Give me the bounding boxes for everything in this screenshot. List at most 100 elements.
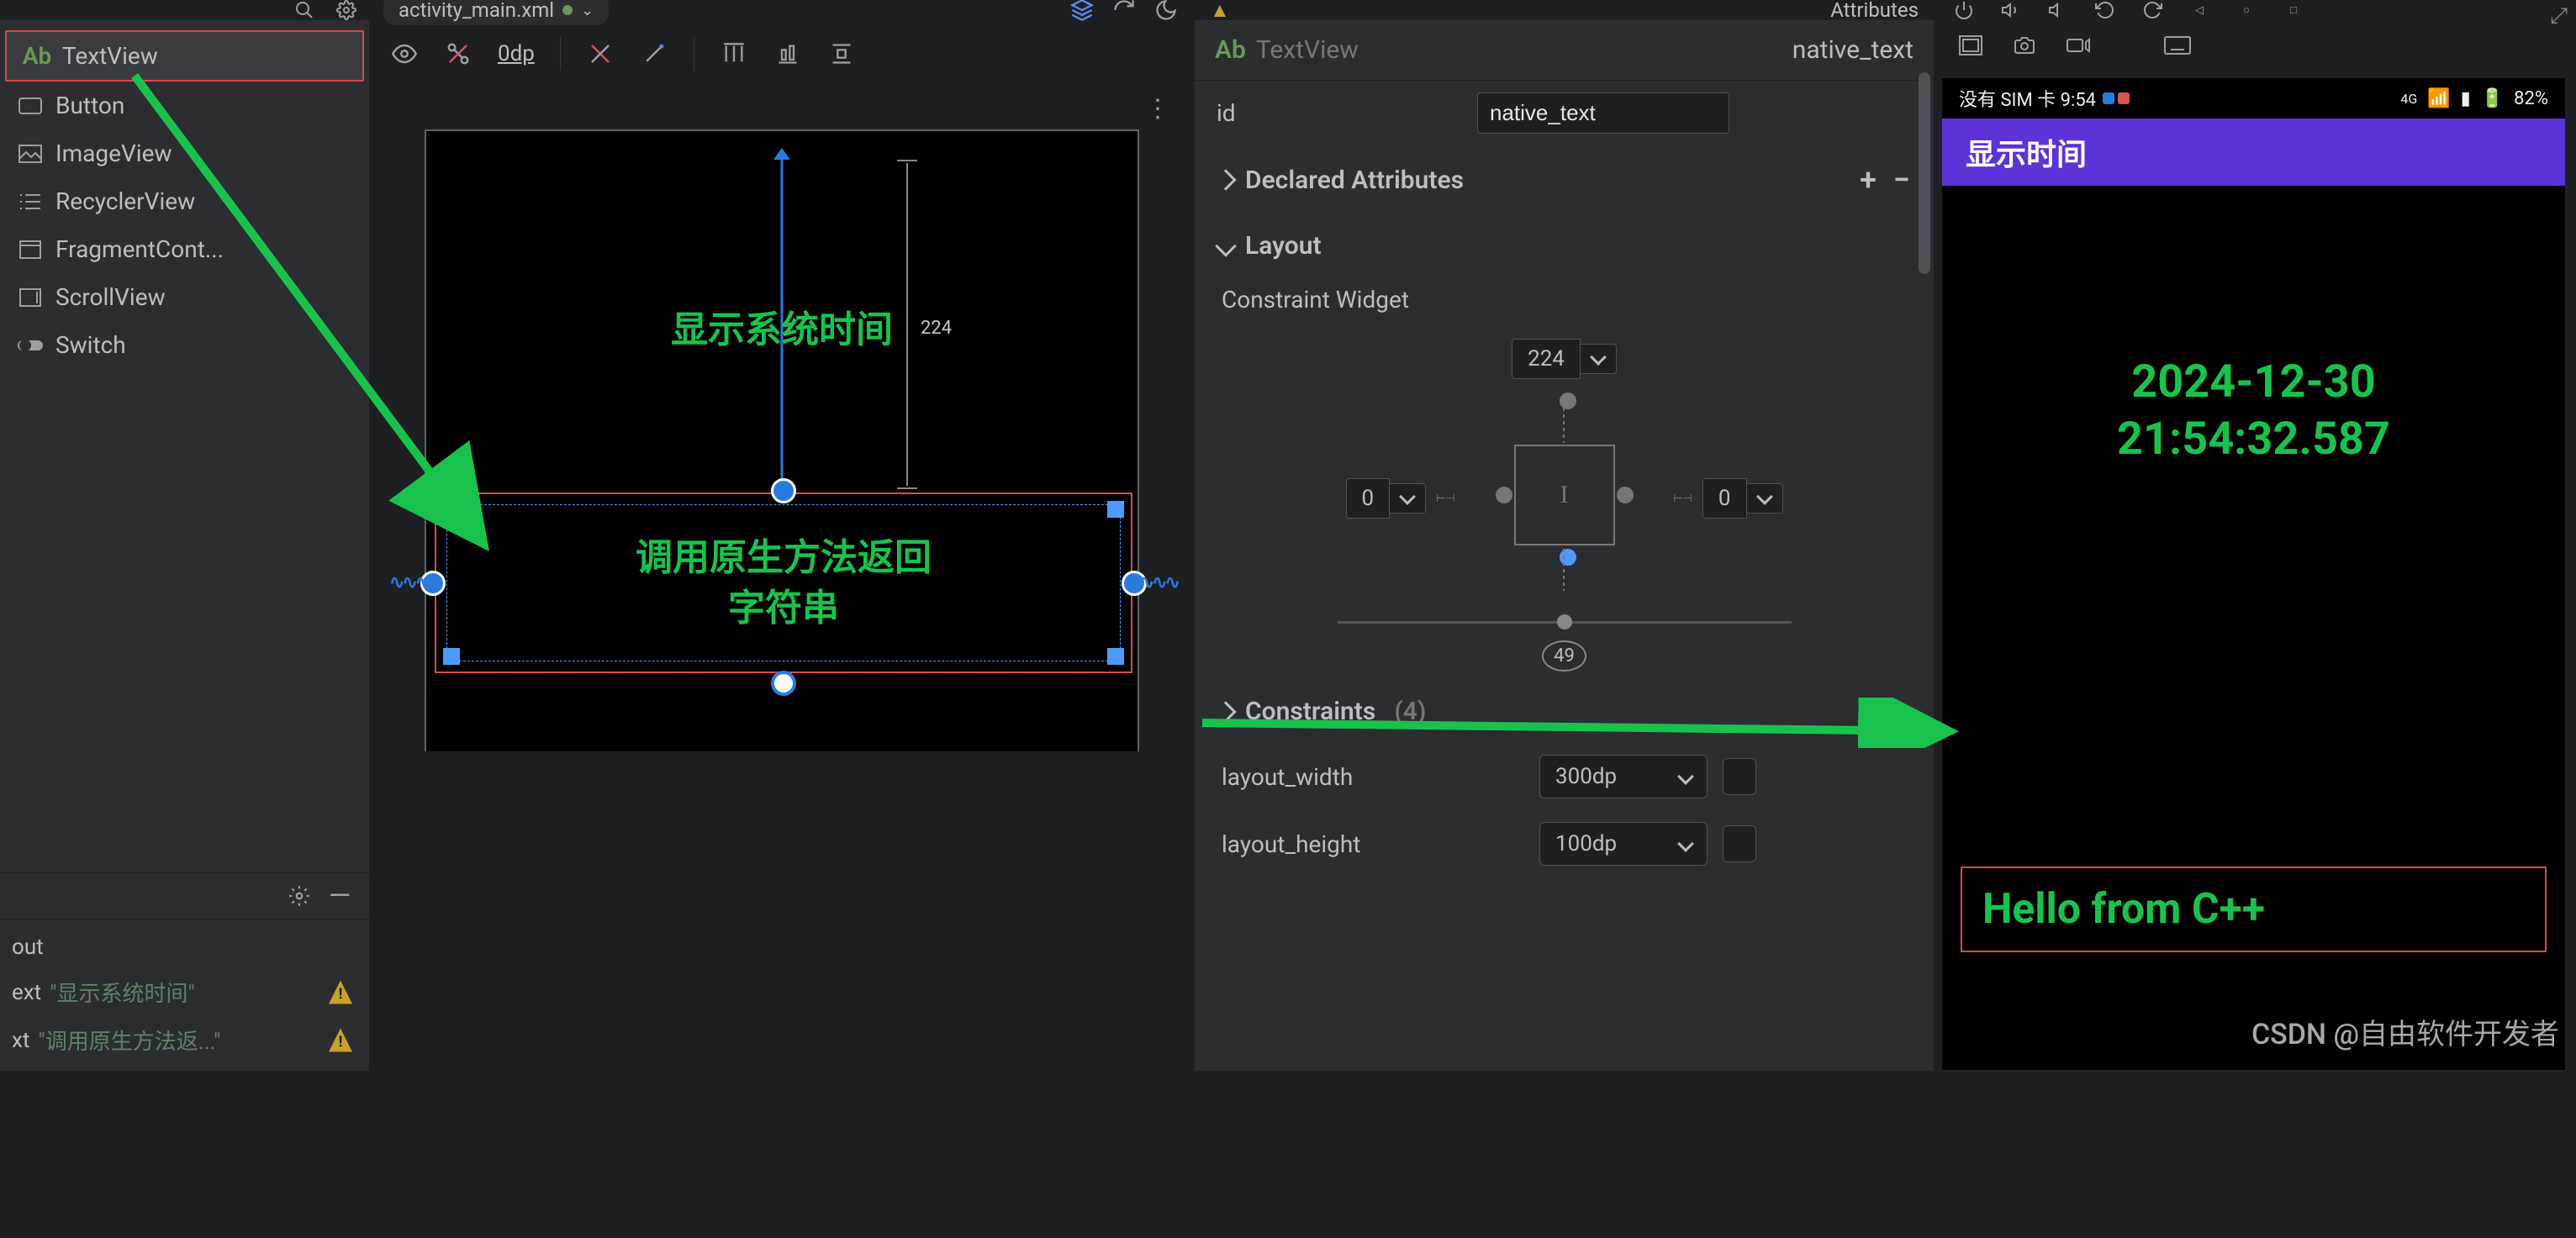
tree-row-label: ext [12, 980, 41, 1005]
resize-handle[interactable] [1107, 648, 1124, 665]
device-native-output: Hello from C++ [1961, 867, 2547, 952]
autoconnect-icon[interactable] [444, 40, 472, 68]
screenshot-icon[interactable] [2010, 31, 2039, 60]
resize-handle[interactable] [443, 648, 460, 665]
warning-icon[interactable] [329, 981, 352, 1004]
cw-left-dropdown[interactable] [1390, 483, 1426, 514]
default-margin[interactable]: 0dp [498, 41, 535, 66]
resize-handle[interactable] [443, 501, 460, 518]
switch-icon [17, 332, 44, 359]
component-tree: out ext "显示系统时间" xt "调用原生方法返..." [0, 919, 369, 1071]
device-body: 2024-12-30 21:54:32.587 Hello from C++ [1942, 354, 2565, 1238]
record-icon[interactable] [2064, 31, 2093, 60]
wifi-icon: 📶 [2427, 88, 2450, 109]
attr-id-input[interactable] [1477, 92, 1729, 134]
clock-line2: 21:54:32.587 [1942, 411, 2565, 468]
layout-width-select[interactable]: 300dp [1539, 755, 1708, 798]
remove-attribute-button[interactable]: − [1893, 162, 1910, 198]
gear-icon[interactable] [287, 883, 312, 909]
cw-top-dropdown[interactable] [1581, 344, 1617, 374]
section-label: Constraints [1245, 697, 1375, 726]
pack-icon[interactable] [827, 40, 856, 68]
margin-ruler: 224 [897, 156, 917, 493]
status-dot-icon [2103, 92, 2114, 104]
dimension-extra-button[interactable] [1723, 825, 1756, 862]
warning-triangle-icon[interactable]: ▲ [1210, 0, 1230, 23]
constraint-box: I [1514, 445, 1615, 545]
selected-textview[interactable]: ∿∿∿ ∿∿∿ 调用原生方法返回 字符串 [435, 493, 1132, 673]
settings-icon[interactable] [334, 0, 359, 23]
palette-item-imageview[interactable]: ImageView [0, 129, 369, 177]
layout-height-value: 100dp [1555, 831, 1617, 856]
design-canvas[interactable]: ⋮ 224 显示系统时间 [370, 87, 1194, 1071]
component-type: TextView [1256, 35, 1359, 65]
watermark: CSDN @自由软件开发者 [2251, 1011, 2559, 1052]
palette-item-fragment[interactable]: FragmentCont... [0, 225, 369, 273]
modified-indicator-icon [562, 5, 573, 15]
scrollbar[interactable] [1919, 72, 1930, 1062]
resize-handle[interactable] [1107, 501, 1124, 518]
search-icon[interactable] [292, 0, 317, 23]
chevron-down-icon [1677, 835, 1694, 852]
file-tab-label: activity_main.xml [399, 0, 554, 22]
constraint-diagram[interactable]: I 0 ⊢⊣ ⊢⊣ 0 [1346, 394, 1783, 596]
layout-height-select[interactable]: 100dp [1539, 822, 1708, 866]
constraint-node[interactable] [1496, 487, 1512, 503]
palette-item-textview[interactable]: Ab TextView [5, 30, 364, 82]
separator [560, 37, 561, 71]
palette-item-switch[interactable]: Switch [0, 321, 369, 369]
chevron-down-icon [1399, 488, 1416, 505]
expand-icon[interactable]: ⤢ [2550, 3, 2568, 29]
chevron-down-icon [1215, 235, 1236, 256]
scrollbar-thumb[interactable] [1919, 72, 1930, 274]
guideline-icon[interactable] [720, 40, 748, 68]
warning-icon[interactable] [329, 1029, 352, 1052]
constraint-arrow-icon [773, 148, 790, 160]
eye-icon[interactable] [390, 40, 419, 68]
constraint-node-active[interactable] [1560, 549, 1576, 566]
file-tab-bar: activity_main.xml ⌄ [370, 0, 1194, 20]
horizontal-bias-slider[interactable] [1338, 621, 1792, 624]
add-attribute-button[interactable]: + [1860, 162, 1877, 198]
chevron-down-icon [1677, 768, 1694, 785]
declared-attributes-section[interactable]: Declared Attributes + − [1203, 145, 1925, 214]
canvas-time-textview[interactable]: 显示系统时间 [671, 299, 893, 353]
keyboard-icon[interactable] [2163, 31, 2192, 60]
dimension-extra-button[interactable] [1723, 758, 1756, 795]
cw-left-value[interactable]: 0 [1346, 478, 1391, 519]
cw-right-value[interactable]: 0 [1702, 478, 1747, 519]
tree-row[interactable]: xt "调用原生方法返..." [7, 1016, 369, 1064]
clear-constraints-icon[interactable] [586, 40, 615, 68]
cw-top-value[interactable]: 224 [1512, 339, 1581, 379]
layout-section[interactable]: Layout [1203, 214, 1925, 277]
palette-list: Ab TextView Button ImageView RecyclerVie… [0, 20, 369, 379]
constraint-anchor-bottom[interactable] [771, 671, 796, 696]
more-icon[interactable]: ⋮ [1145, 94, 1170, 124]
constraint-anchor-top[interactable] [771, 478, 796, 503]
window-icon[interactable] [1956, 31, 1985, 60]
cw-right-dropdown[interactable] [1747, 483, 1783, 514]
constraints-section[interactable]: Constraints (4) [1203, 680, 1925, 743]
i-cursor-icon: I [1560, 481, 1569, 509]
constraint-node[interactable] [1560, 392, 1576, 409]
palette-item-scrollview[interactable]: ScrollView [0, 273, 369, 321]
minimize-icon[interactable]: — [327, 883, 352, 909]
align-icon[interactable] [773, 40, 802, 68]
device-appbar: 显示时间 [1942, 119, 2565, 186]
palette-item-button[interactable]: Button [0, 82, 369, 129]
tree-root[interactable]: out [7, 926, 369, 968]
list-icon [17, 188, 44, 215]
scrollview-icon [17, 284, 44, 311]
constraint-node[interactable] [1617, 487, 1634, 503]
device-clock-text: 2024-12-30 21:54:32.587 [1942, 354, 2565, 467]
constraint-widget-label: Constraint Widget [1203, 277, 1925, 322]
tree-row[interactable]: ext "显示系统时间" [7, 968, 369, 1016]
dotted-line [1563, 549, 1565, 591]
chevron-down-icon: ⌄ [581, 2, 594, 19]
emulator-screen[interactable]: 没有 SIM 卡 9:54 4G 📶 ▮ 🔋 82% 显示时间 2024-12-… [1941, 77, 2566, 1071]
selection-outline [446, 504, 1121, 661]
palette-item-recyclerview[interactable]: RecyclerView [0, 177, 369, 225]
magic-wand-icon[interactable] [640, 40, 668, 68]
palette-item-label: FragmentCont... [55, 235, 224, 263]
palette-item-label: RecyclerView [55, 187, 195, 215]
